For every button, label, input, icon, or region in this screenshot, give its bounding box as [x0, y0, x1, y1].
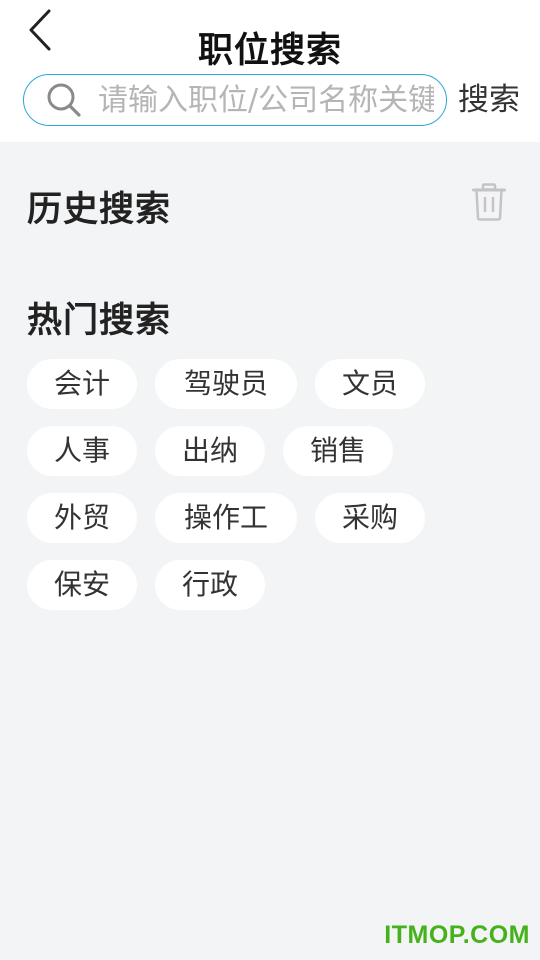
trash-icon [472, 183, 506, 221]
hot-tag[interactable]: 保安 [27, 560, 137, 610]
history-section-title: 历史搜索 [27, 190, 172, 230]
tag-row: 人事 出纳 销售 [27, 426, 507, 476]
search-box[interactable] [23, 74, 447, 126]
hot-section-title: 热门搜索 [27, 301, 172, 341]
page-title: 职位搜索 [197, 31, 342, 71]
tag-row: 会计 驾驶员 文员 [27, 359, 507, 409]
search-icon [47, 83, 81, 117]
hot-tag[interactable]: 采购 [315, 493, 425, 543]
hot-tag[interactable]: 行政 [155, 560, 265, 610]
tag-row: 保安 行政 [27, 560, 507, 610]
hot-tag[interactable]: 会计 [27, 359, 137, 409]
hot-tag[interactable]: 销售 [283, 426, 393, 476]
header-bar: 职位搜索 搜索 [0, 0, 540, 142]
hot-tag[interactable]: 文员 [315, 359, 425, 409]
hot-tags-list: 会计 驾驶员 文员 人事 出纳 销售 外贸 操作工 采购 保安 行政 [27, 359, 507, 627]
hot-tag[interactable]: 人事 [27, 426, 137, 476]
watermark: ITMOP.COM [384, 921, 530, 949]
hot-tag[interactable]: 操作工 [155, 493, 297, 543]
hot-tag[interactable]: 驾驶员 [155, 359, 297, 409]
hot-tag[interactable]: 外贸 [27, 493, 137, 543]
hot-tag[interactable]: 出纳 [155, 426, 265, 476]
clear-history-button[interactable] [468, 180, 510, 224]
search-button[interactable]: 搜索 [458, 78, 520, 122]
search-input[interactable] [96, 81, 436, 119]
tag-row: 外贸 操作工 采购 [27, 493, 507, 543]
